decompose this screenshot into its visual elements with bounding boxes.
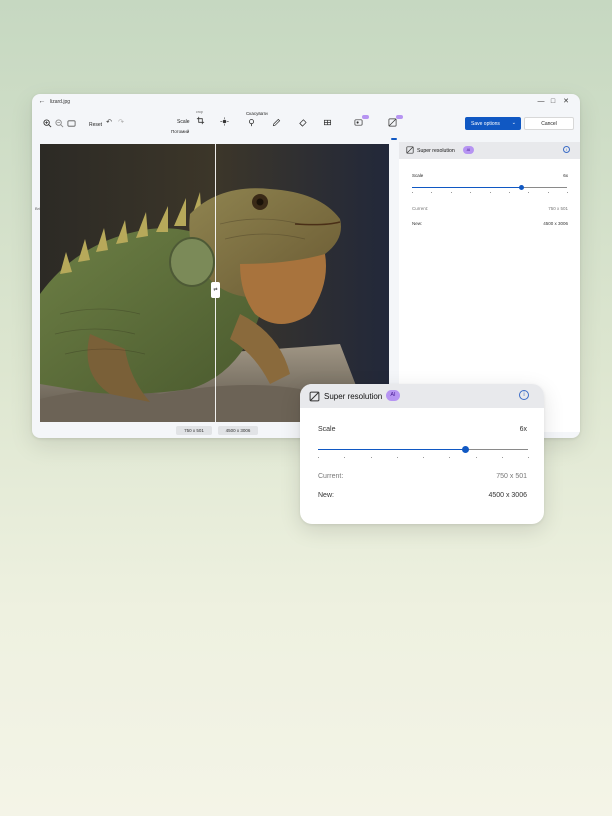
current-value: 750 x 501 [496, 473, 527, 480]
save-options-button[interactable]: Save options ⌄ [465, 117, 521, 130]
draw-icon[interactable] [271, 118, 281, 128]
filter-icon[interactable] [322, 118, 332, 128]
active-tab-indicator [391, 138, 397, 140]
scale-value: 6x [563, 173, 568, 178]
slider-tick [397, 457, 398, 458]
erase-icon[interactable] [297, 118, 307, 128]
slider-tick [509, 192, 510, 193]
super-resolution-icon [406, 146, 414, 154]
close-button[interactable]: ✕ [559, 96, 573, 108]
current-value: 750 x 501 [548, 206, 568, 211]
current-label: Current: [318, 473, 344, 480]
scale-slider[interactable] [412, 182, 568, 193]
super-resolution-popover: Super resolution AI i Scale 6x Current: … [300, 384, 544, 524]
redo-icon[interactable]: ↷ [116, 118, 126, 128]
slider-fill [412, 187, 521, 188]
new-label: New: [318, 492, 334, 499]
info-icon[interactable]: i [519, 390, 529, 400]
scale-label: Scale [412, 173, 424, 178]
slider-tick [431, 192, 432, 193]
zoom-in-icon[interactable] [42, 119, 52, 129]
title-bar: ← lizard.jpg — □ ✕ [32, 94, 580, 110]
fit-icon[interactable] [66, 119, 76, 129]
super-resolution-icon [309, 391, 320, 402]
slider-tick [502, 457, 503, 458]
back-arrow-icon[interactable]: ← [38, 98, 46, 106]
current-label: Current: [412, 206, 429, 211]
popover-title: Super resolution [324, 392, 383, 401]
panel-title: Super resolution [417, 148, 455, 154]
markup-icon[interactable] [246, 118, 256, 128]
cancel-button[interactable]: Cancel [524, 117, 574, 130]
slider-tick [476, 457, 477, 458]
super-resolution-icon[interactable] [387, 118, 397, 128]
slider-tick [423, 457, 424, 458]
new-value: 4500 x 3006 [488, 492, 527, 499]
background-icon[interactable] [353, 118, 363, 128]
window-title: lizard.jpg [50, 99, 71, 105]
compare-handle-icon[interactable]: ⇄ [211, 282, 220, 298]
ai-mini-badge [362, 115, 369, 119]
ai-badge: AI [386, 390, 400, 401]
slider-tick [412, 192, 413, 193]
save-options-label: Save options [471, 121, 500, 127]
slider-tick [490, 192, 491, 193]
slider-tick [528, 457, 529, 458]
new-value: 4500 x 3006 [543, 221, 568, 226]
slider-thumb[interactable] [461, 446, 469, 453]
reset-button[interactable]: Reset [89, 122, 102, 128]
maximize-button[interactable]: □ [546, 96, 560, 108]
image-canvas[interactable]: ⇄ [40, 144, 389, 422]
slider-fill [318, 449, 465, 450]
ai-badge: AI [463, 146, 474, 154]
slider-tick [344, 457, 345, 458]
erase-caption: Скасувати [246, 111, 268, 116]
scale-value: 6x [519, 426, 527, 433]
slider-tick [449, 457, 450, 458]
info-icon[interactable]: i [563, 146, 570, 153]
scale-label: Scale [177, 119, 190, 125]
slider-thumb[interactable] [518, 185, 524, 190]
slider-tick [528, 192, 529, 193]
original-size-chip: 750 x 501 [176, 426, 212, 435]
undo-icon[interactable]: ↶ [104, 118, 114, 128]
scale-label: Scale [318, 426, 336, 433]
crop-caption: crop [196, 110, 203, 114]
scale-slider[interactable] [318, 441, 529, 458]
edit-toolbar: Reset ↶ ↷ Scale crop Потомий Скасувати S… [32, 110, 580, 140]
panel-header: Super resolution AI i [399, 142, 580, 159]
slider-tick [318, 457, 319, 458]
ai-mini-badge-active [396, 115, 403, 119]
slider-tick [567, 192, 568, 193]
popover-header: Super resolution AI i [300, 384, 544, 408]
crop-icon[interactable] [195, 116, 205, 126]
slider-tick [470, 192, 471, 193]
undo-hint: Потомий [171, 129, 190, 134]
slider-tick [451, 192, 452, 193]
zoom-out-icon[interactable] [54, 119, 64, 129]
chevron-down-icon[interactable]: ⌄ [512, 120, 516, 126]
slider-tick [371, 457, 372, 458]
new-label: New: [412, 221, 423, 226]
adjust-icon[interactable] [219, 117, 229, 127]
upscaled-size-chip: 4500 x 3006 [218, 426, 258, 435]
slider-tick [548, 192, 549, 193]
